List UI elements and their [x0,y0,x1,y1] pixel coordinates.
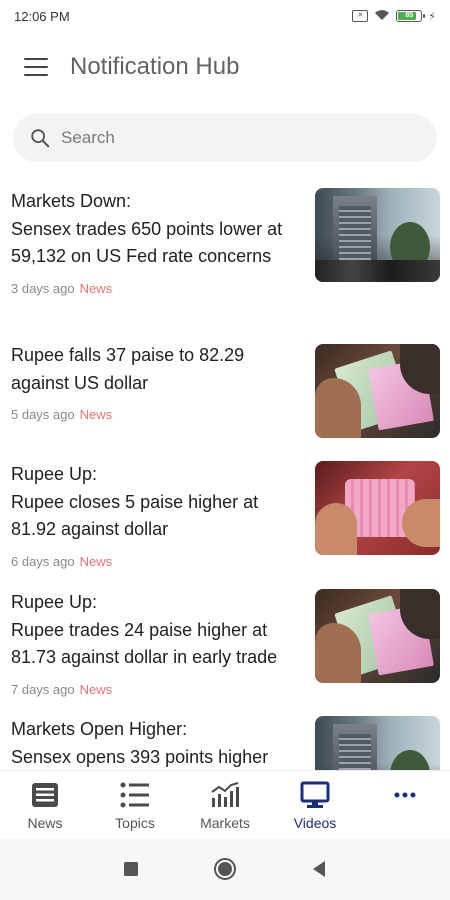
thumbnail-image [315,589,440,683]
home-button[interactable] [212,856,238,882]
page-title: Notification Hub [70,53,240,80]
wifi-icon [374,9,390,24]
search-icon [31,129,50,148]
no-sim-icon: ✕ [352,10,369,22]
battery-icon: 85 [396,10,426,22]
search-bar[interactable] [13,114,437,162]
item-age: 7 days ago [11,681,75,697]
battery-level: 85 [405,12,414,19]
item-age: 5 days ago [11,407,75,422]
nav-label: News [27,815,63,831]
thumbnail-image [315,716,440,770]
status-icons: ✕ 85 ⚡ [352,9,436,24]
nav-videos[interactable]: Videos [270,771,360,839]
status-bar: 12:06 PM ✕ 85 ⚡ [0,0,450,32]
headline: Markets Open Higher: Sensex opens 393 po… [11,719,269,767]
back-button[interactable] [306,856,332,882]
system-nav-bar [0,838,450,900]
nav-label: Videos [293,815,337,831]
nav-news[interactable]: News [0,771,90,839]
category-tag: News [79,553,113,569]
circle-icon [214,858,236,880]
charging-icon: ⚡ [428,10,436,23]
triangle-icon [313,861,325,877]
nav-topics[interactable]: Topics [90,771,180,839]
news-feed[interactable]: Markets Down: Sensex trades 650 points l… [0,176,450,770]
menu-icon[interactable] [24,58,48,76]
thumbnail-image [315,344,440,438]
nav-markets[interactable]: Markets [180,771,270,839]
category-tag: News [79,681,113,697]
headline: Rupee Up: Rupee closes 5 paise higher at… [11,464,259,539]
app-bar: Notification Hub [0,38,450,96]
status-time: 12:06 PM [14,8,70,24]
newspaper-icon [30,781,60,809]
item-age: 3 days ago [11,280,75,296]
thumbnail-image [315,461,440,555]
nav-more[interactable] [360,771,450,839]
list-icon [120,781,150,809]
category-tag: News [79,407,113,422]
monitor-icon [300,781,330,809]
category-tag: News [79,280,113,296]
item-age: 6 days ago [11,553,75,569]
chart-icon [210,781,240,809]
more-icon [390,781,420,809]
thumbnail-image [315,188,440,282]
recents-button[interactable] [118,856,144,882]
headline: Rupee Up: Rupee trades 24 paise higher a… [11,592,278,667]
square-icon [124,862,138,876]
headline: Rupee falls 37 paise to 82.29 against US… [11,345,245,393]
nav-label: Topics [115,815,155,831]
nav-label: Markets [200,815,250,831]
search-input[interactable] [59,127,393,149]
bottom-nav: News Topics Markets Videos [0,770,450,839]
headline: Markets Down: Sensex trades 650 points l… [11,191,283,266]
